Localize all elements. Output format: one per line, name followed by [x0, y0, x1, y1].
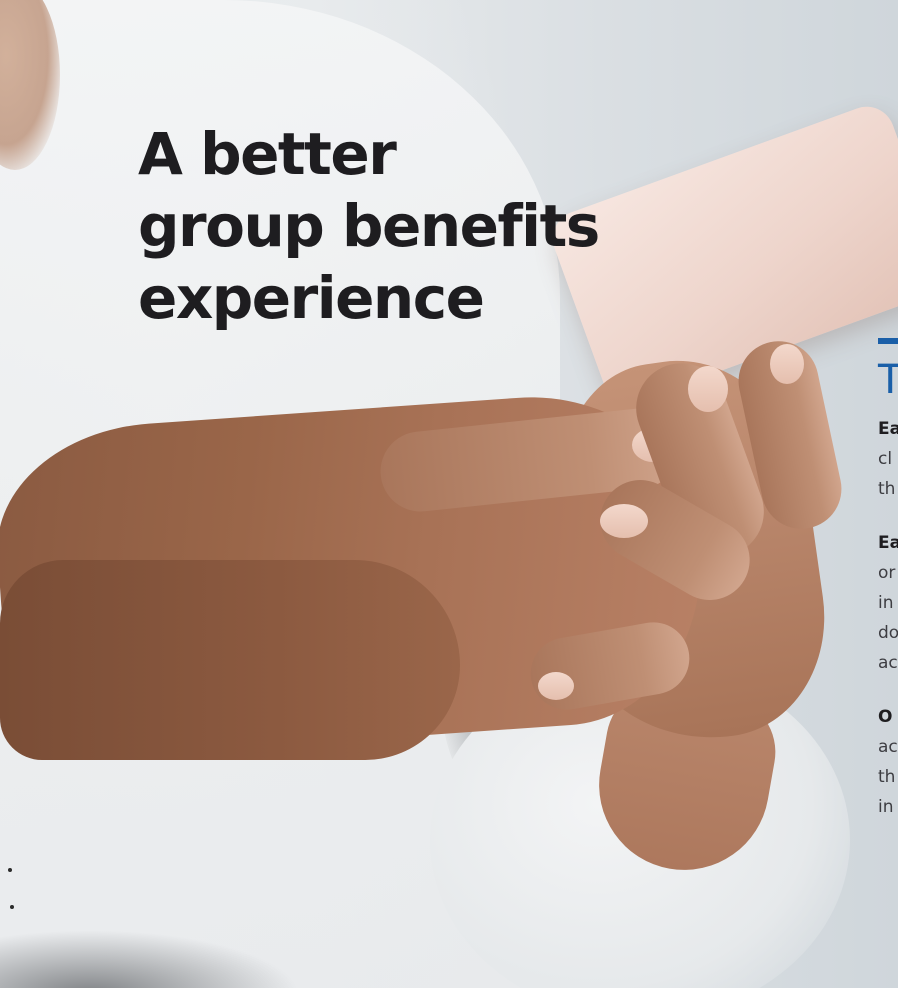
- panel-item-line: ac: [878, 653, 898, 673]
- accent-bar: [878, 338, 898, 344]
- panel-item-title: Ea: [878, 419, 898, 439]
- panel-item-line: cl: [878, 449, 893, 469]
- panel-item-line: ac: [878, 737, 898, 757]
- right-middle-nail: [770, 344, 804, 384]
- left-hand-lower: [0, 560, 460, 760]
- panel-item-title: O: [878, 707, 893, 727]
- panel-item-line: th: [878, 479, 896, 499]
- right-index-nail: [688, 366, 728, 412]
- page: A better group benefits experience T Ea …: [0, 0, 898, 988]
- panel-item-line: th: [878, 767, 896, 787]
- panel-item-line: in: [878, 797, 894, 817]
- panel-item-title: Ea: [878, 533, 898, 553]
- panel-heading: T: [878, 357, 898, 403]
- headline-line-1: A better: [138, 120, 397, 188]
- panel-item-2: Ea or in do ac: [878, 528, 898, 678]
- bottom-shade: [0, 930, 300, 988]
- side-panel: T Ea cl th Ea or in do ac O ac th in: [878, 338, 898, 822]
- panel-item-line: in: [878, 593, 894, 613]
- left-lower-nail: [538, 672, 574, 700]
- panel-item-line: or: [878, 563, 896, 583]
- headline-line-3: experience: [138, 264, 485, 332]
- panel-item-1: Ea cl th: [878, 414, 898, 504]
- panel-item-line: do: [878, 623, 898, 643]
- right-thumb-nail: [600, 504, 648, 538]
- headline: A better group benefits experience: [138, 118, 600, 334]
- panel-item-3: O ac th in: [878, 702, 898, 822]
- headline-line-2: group benefits: [138, 192, 600, 260]
